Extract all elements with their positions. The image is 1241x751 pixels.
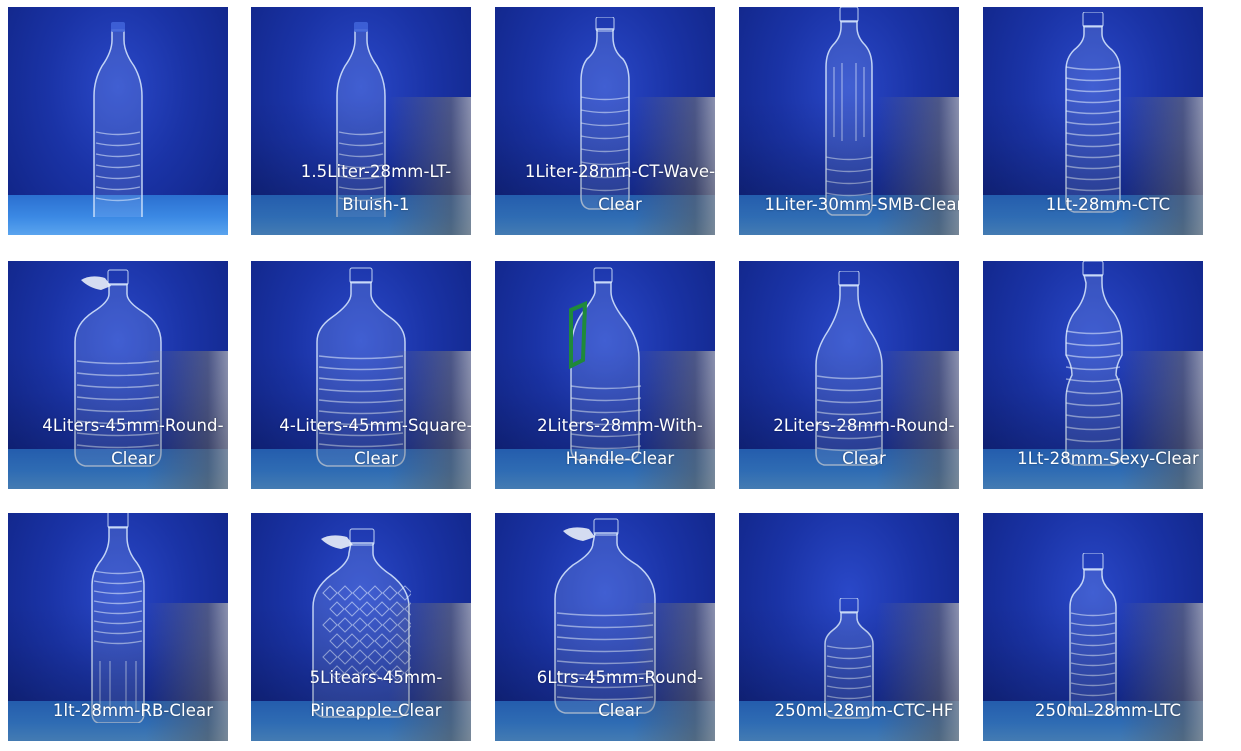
- caption-line-1: 2Liters-28mm-Round-: [773, 416, 955, 435]
- product-caption[interactable]: 1Liter-28mm-CT-Wave- Clear: [495, 155, 715, 221]
- product-grid: 1.5Liter-28mm-LT- Bluish-1 1Liter-28mm-CT-…: [0, 0, 1241, 751]
- product-tile[interactable]: 2Liters-28mm-With- Handle-Clear: [495, 261, 715, 489]
- product-tile[interactable]: 2Liters-28mm-Round- Clear: [739, 261, 959, 489]
- caption-line-1: 4Liters-45mm-Round-: [42, 416, 224, 435]
- product-tile[interactable]: [8, 7, 228, 235]
- caption-line-1: 1Liter-30mm-SMB-Clear: [764, 195, 959, 214]
- product-tile[interactable]: 1Lt-28mm-CTC: [983, 7, 1203, 235]
- product-caption[interactable]: 250ml-28mm-CTC-HF: [739, 694, 959, 727]
- caption-line-2: Clear: [354, 449, 398, 468]
- product-tile[interactable]: 4Liters-45mm-Round- Clear: [8, 261, 228, 489]
- product-tile[interactable]: 1lt-28mm-RB-Clear: [8, 513, 228, 741]
- caption-line-1: 250ml-28mm-LTC: [1034, 701, 1182, 720]
- caption-line-1: 4-Liters-45mm-Square-: [279, 416, 471, 435]
- product-caption[interactable]: 6Ltrs-45mm-Round- Clear: [495, 661, 715, 727]
- product-tile[interactable]: 1Lt-28mm-Sexy-Clear: [983, 261, 1203, 489]
- caption-line-1: 1Liter-28mm-CT-Wave-: [524, 162, 715, 181]
- caption-line-2: Clear: [598, 701, 642, 720]
- product-caption[interactable]: 1.5Liter-28mm-LT- Bluish-1: [251, 155, 471, 221]
- product-tile[interactable]: 1Liter-28mm-CT-Wave- Clear: [495, 7, 715, 235]
- caption-line-1: 6Ltrs-45mm-Round-: [536, 668, 704, 687]
- product-caption[interactable]: 4Liters-45mm-Round- Clear: [8, 409, 228, 475]
- product-caption[interactable]: 5Litears-45mm- Pineapple-Clear: [251, 661, 471, 727]
- product-tile[interactable]: 250ml-28mm-LTC: [983, 513, 1203, 741]
- product-tile[interactable]: 6Ltrs-45mm-Round- Clear: [495, 513, 715, 741]
- product-tile[interactable]: 1Liter-30mm-SMB-Clear: [739, 7, 959, 235]
- caption-line-2: Clear: [598, 195, 642, 214]
- caption-line-2: Clear: [111, 449, 155, 468]
- product-caption[interactable]: 1Liter-30mm-SMB-Clear: [739, 188, 959, 221]
- bottle-icon: [93, 22, 143, 217]
- caption-line-1: 1lt-28mm-RB-Clear: [52, 701, 214, 720]
- caption-line-1: 1.5Liter-28mm-LT-: [300, 162, 452, 181]
- product-tile[interactable]: 250ml-28mm-CTC-HF: [739, 513, 959, 741]
- product-caption[interactable]: 2Liters-28mm-With- Handle-Clear: [495, 409, 715, 475]
- product-tile[interactable]: 4-Liters-45mm-Square- Clear: [251, 261, 471, 489]
- bottle-icon: [1065, 261, 1123, 466]
- product-tile[interactable]: 1.5Liter-28mm-LT- Bluish-1: [251, 7, 471, 235]
- bottle-icon: [1065, 12, 1121, 213]
- caption-line-2: Handle-Clear: [565, 449, 675, 468]
- product-caption[interactable]: 1Lt-28mm-Sexy-Clear: [983, 442, 1203, 475]
- product-caption[interactable]: 250ml-28mm-LTC: [983, 694, 1203, 727]
- product-caption[interactable]: 2Liters-28mm-Round- Clear: [739, 409, 959, 475]
- caption-line-1: 250ml-28mm-CTC-HF: [774, 701, 954, 720]
- caption-line-2: Pineapple-Clear: [310, 701, 442, 720]
- product-caption[interactable]: 1lt-28mm-RB-Clear: [8, 694, 228, 727]
- caption-line-1: 1Lt-28mm-CTC: [1045, 195, 1171, 214]
- product-tile[interactable]: 5Litears-45mm- Pineapple-Clear: [251, 513, 471, 741]
- caption-line-2: Bluish-1: [342, 195, 410, 214]
- bottle-icon: [91, 513, 145, 723]
- caption-line-2: Clear: [842, 449, 886, 468]
- product-caption[interactable]: 4-Liters-45mm-Square- Clear: [251, 409, 471, 475]
- caption-line-1: 1Lt-28mm-Sexy-Clear: [1017, 449, 1199, 468]
- caption-line-1: 2Liters-28mm-With-: [537, 416, 703, 435]
- bottle-icon: [825, 7, 873, 216]
- product-caption[interactable]: 1Lt-28mm-CTC: [983, 188, 1203, 221]
- caption-line-1: 5Litears-45mm-: [309, 668, 443, 687]
